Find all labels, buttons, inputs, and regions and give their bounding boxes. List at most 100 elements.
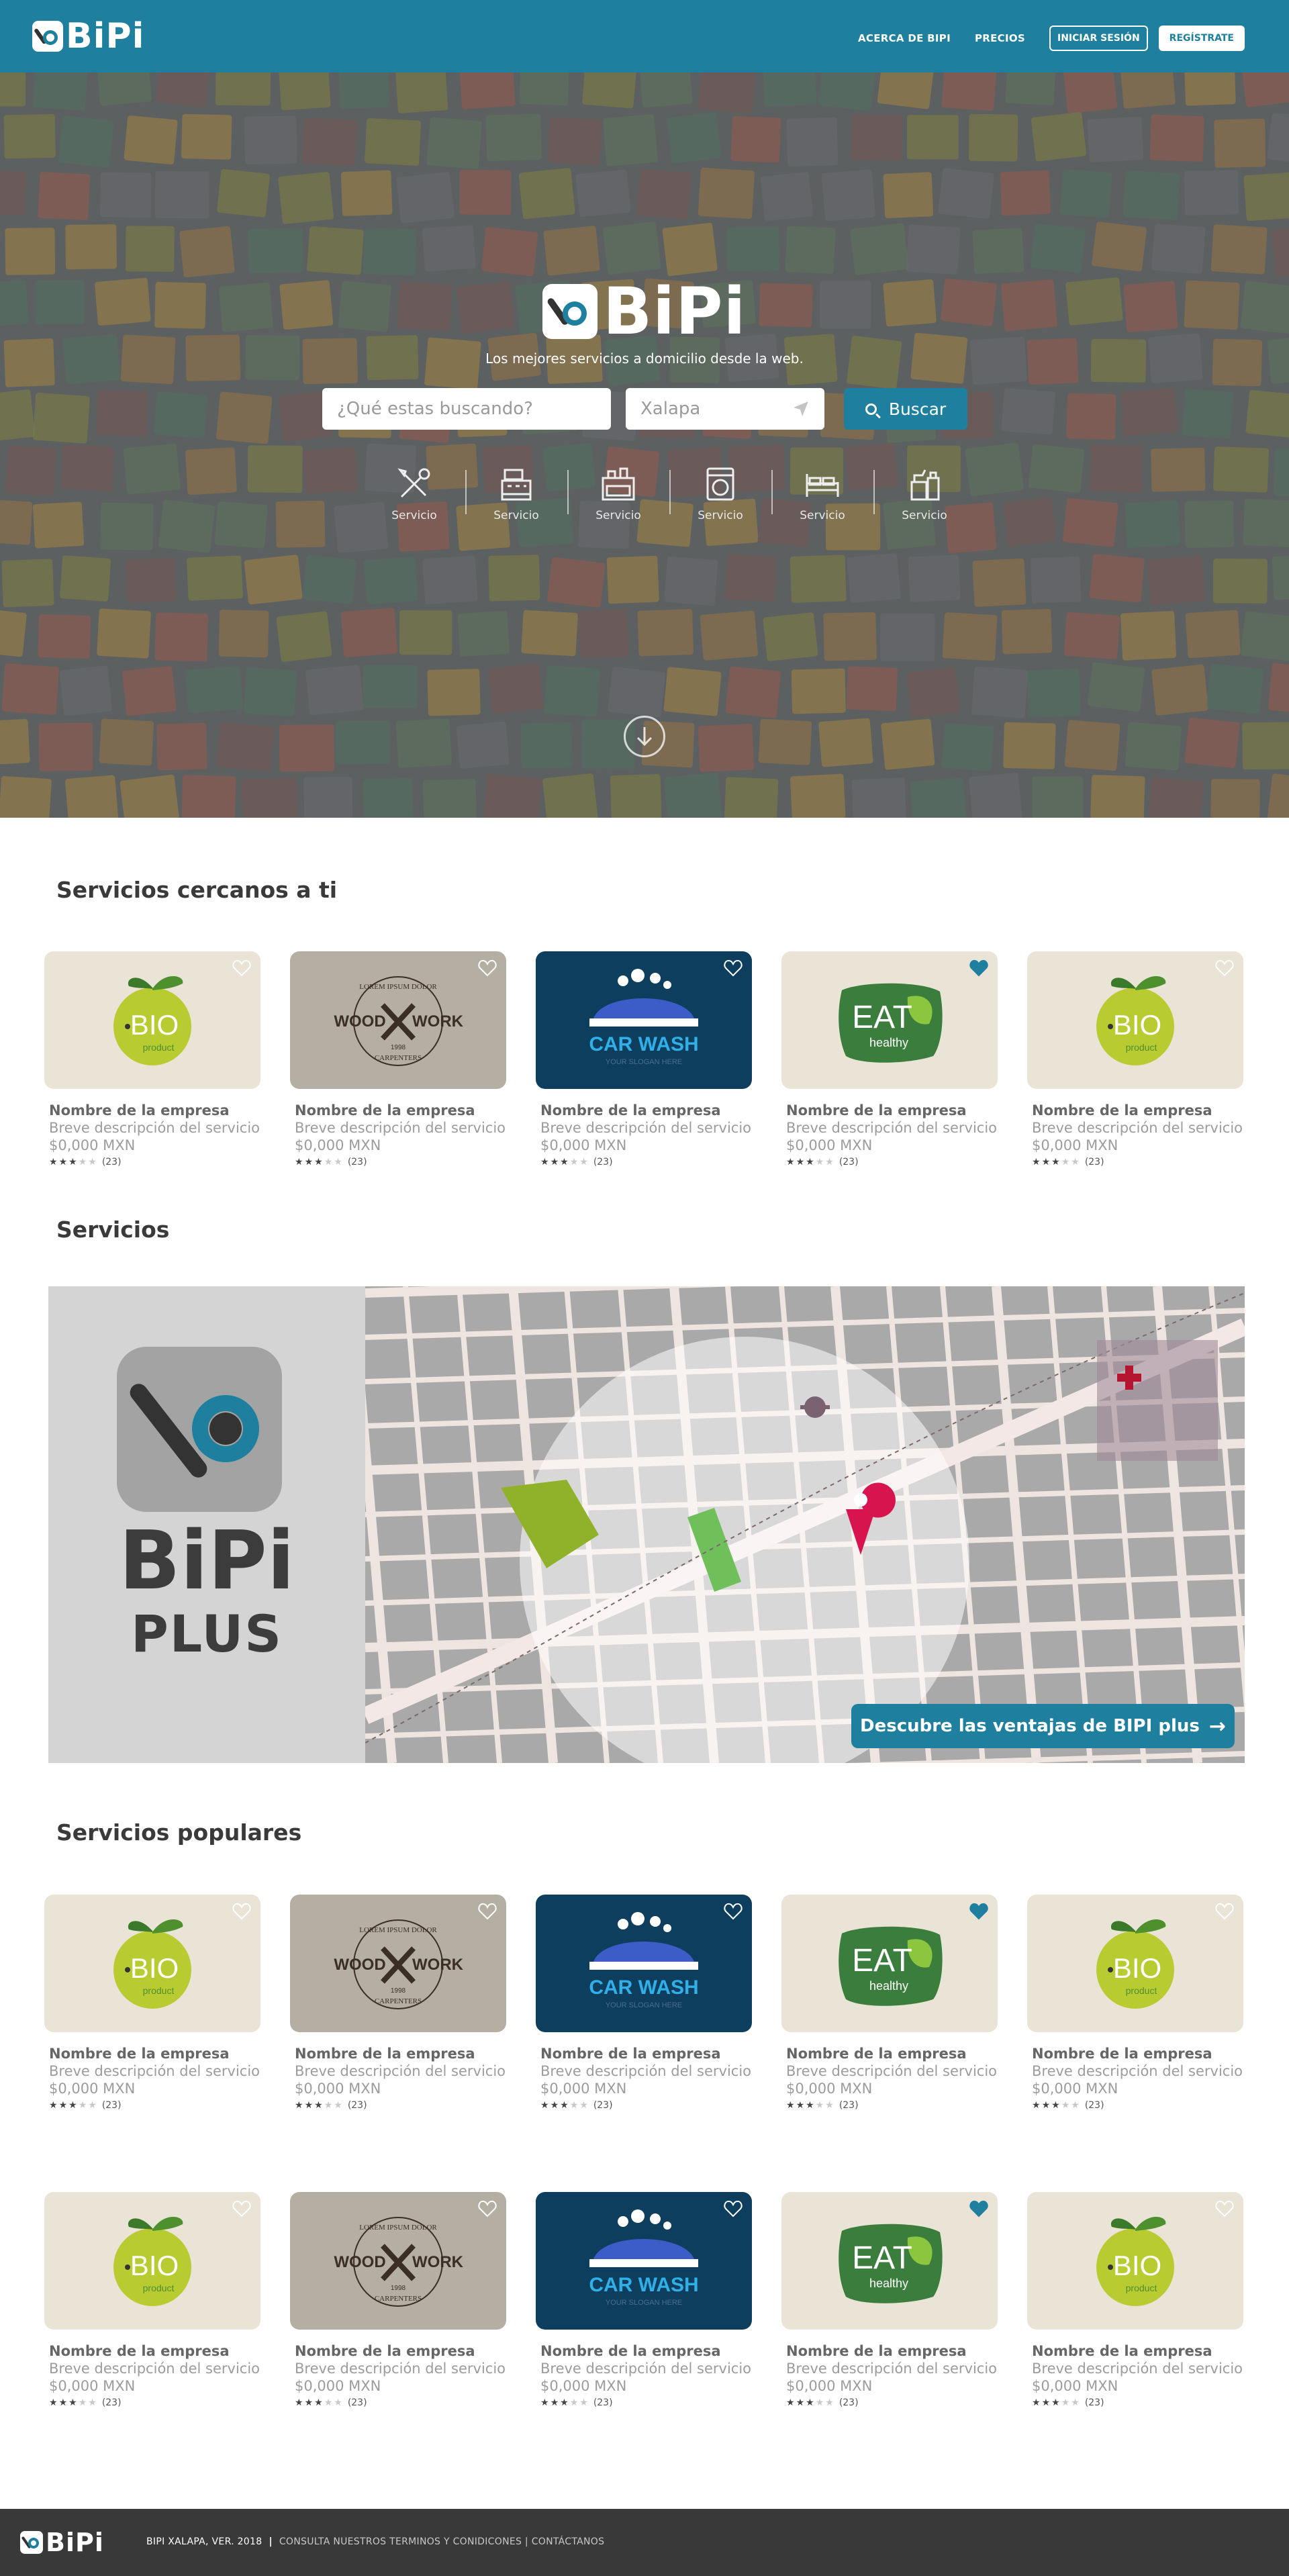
service-card[interactable]: CAR WASH YOUR SLOGAN HERE Nombre de la emp… (536, 2192, 752, 2408)
company-logo-image[interactable]: BIO product (1027, 951, 1243, 1089)
nav-about-link[interactable]: ACERCA DE BIPI (858, 32, 951, 44)
favorite-heart-icon[interactable] (232, 1903, 251, 1920)
company-logo-image[interactable]: EAT healthy (781, 951, 998, 1089)
favorite-heart-icon[interactable] (724, 2200, 743, 2217)
service-card[interactable]: EAT healthy Nombre de la empresa Breve desc… (781, 1895, 998, 2111)
company-logo-image[interactable]: EAT healthy (781, 1895, 998, 2032)
category-label: Servicio (698, 509, 743, 522)
svg-text:WOOD: WOOD (334, 1012, 385, 1031)
favorite-heart-icon[interactable] (232, 2200, 251, 2217)
star-icon: ★ (334, 2397, 342, 2408)
favorite-heart-icon[interactable] (724, 959, 743, 977)
company-name[interactable]: Nombre de la empresa (44, 1102, 260, 1118)
service-card[interactable]: CAR WASH YOUR SLOGAN HERE Nombre de la emp… (536, 951, 752, 1167)
review-count: (23) (1084, 2397, 1104, 2408)
rating: ★ ★ ★ ★ ★ (23) (536, 2397, 752, 2408)
favorite-heart-icon[interactable] (969, 2200, 988, 2217)
company-logo-image[interactable]: LOREM IPSUM DOLOR WOOD WORK 1998 CARPENTERS (290, 951, 506, 1089)
svg-text:healthy: healthy (869, 1979, 908, 1993)
review-count: (23) (1084, 1157, 1104, 1167)
review-count: (23) (593, 1157, 613, 1167)
nav-pricing-link[interactable]: PRECIOS (975, 32, 1025, 44)
brand-logo[interactable]: BiPi (32, 19, 144, 54)
company-name[interactable]: Nombre de la empresa (536, 1102, 752, 1118)
company-name[interactable]: Nombre de la empresa (1027, 2046, 1243, 2062)
scroll-down-button[interactable] (624, 716, 665, 757)
category-item[interactable]: Servicio (873, 466, 975, 522)
service-card[interactable]: BIO product Nombre de la empresa Breve desc… (1027, 951, 1243, 1167)
search-button[interactable]: Buscar (844, 388, 967, 430)
company-name[interactable]: Nombre de la empresa (781, 2046, 998, 2062)
company-logo-image[interactable]: EAT healthy (781, 2192, 998, 2330)
service-card[interactable]: BIO product Nombre de la empresa Breve desc… (44, 951, 260, 1167)
company-name[interactable]: Nombre de la empresa (44, 2046, 260, 2062)
service-description: Breve descripción del servicio (540, 2360, 752, 2377)
footer-logo[interactable]: BiPi (20, 2530, 104, 2555)
company-name[interactable]: Nombre de la empresa (290, 1102, 506, 1118)
company-name[interactable]: Nombre de la empresa (536, 2343, 752, 2359)
service-card[interactable]: BIO product Nombre de la empresa Breve desc… (1027, 2192, 1243, 2408)
company-name[interactable]: Nombre de la empresa (781, 1102, 998, 1118)
location-value: Xalapa (640, 399, 701, 419)
review-count: (23) (593, 2100, 613, 2111)
company-name[interactable]: Nombre de la empresa (1027, 1102, 1243, 1118)
star-icon: ★ (68, 2397, 77, 2408)
star-icon: ★ (569, 2397, 579, 2408)
bipi-plus-cta-button[interactable]: Descubre las ventajas de BIPI plus → (851, 1704, 1235, 1748)
service-card[interactable]: LOREM IPSUM DOLOR WOOD WORK 1998 CARPENTERS N… (290, 1895, 506, 2111)
search-input[interactable]: ¿Qué estas buscando? (322, 388, 611, 430)
favorite-heart-icon[interactable] (1215, 2200, 1234, 2217)
favorite-heart-icon[interactable] (232, 959, 251, 977)
company-name[interactable]: Nombre de la empresa (290, 2046, 506, 2062)
star-icon: ★ (796, 2397, 805, 2408)
favorite-heart-icon[interactable] (1215, 959, 1234, 977)
service-card[interactable]: BIO product Nombre de la empresa Breve desc… (1027, 1895, 1243, 2111)
star-icon: ★ (1061, 2397, 1070, 2408)
company-name[interactable]: Nombre de la empresa (781, 2343, 998, 2359)
svg-text:1998: 1998 (391, 1987, 406, 1995)
service-card[interactable]: EAT healthy Nombre de la empresa Breve desc… (781, 951, 998, 1167)
login-button[interactable]: INICIAR SESIÓN (1049, 26, 1148, 51)
register-button[interactable]: REGÍSTRATE (1158, 26, 1245, 51)
company-logo-image[interactable]: BIO product (1027, 2192, 1243, 2330)
service-card[interactable]: LOREM IPSUM DOLOR WOOD WORK 1998 CARPENTERS N… (290, 951, 506, 1167)
favorite-heart-icon[interactable] (478, 2200, 497, 2217)
company-logo-image[interactable]: LOREM IPSUM DOLOR WOOD WORK 1998 CARPENTERS (290, 2192, 506, 2330)
company-logo-image[interactable]: BIO product (1027, 1895, 1243, 2032)
service-card[interactable]: LOREM IPSUM DOLOR WOOD WORK 1998 CARPENTERS N… (290, 2192, 506, 2408)
service-card[interactable]: EAT healthy Nombre de la empresa Breve desc… (781, 2192, 998, 2408)
category-item[interactable]: Servicio (669, 466, 771, 522)
company-logo-image[interactable]: BIO product (44, 951, 260, 1089)
star-icon: ★ (560, 1157, 569, 1167)
favorite-heart-icon[interactable] (1215, 1903, 1234, 1920)
favorite-heart-icon[interactable] (478, 959, 497, 977)
company-logo-image[interactable]: BIO product (44, 1895, 260, 2032)
company-logo-image[interactable]: CAR WASH YOUR SLOGAN HERE (536, 2192, 752, 2330)
service-price: $0,000 MXN (540, 2378, 627, 2394)
star-icon: ★ (1071, 1157, 1080, 1167)
location-input[interactable]: Xalapa (626, 388, 824, 430)
company-name[interactable]: Nombre de la empresa (1027, 2343, 1243, 2359)
company-name[interactable]: Nombre de la empresa (536, 2046, 752, 2062)
category-item[interactable]: Servicio (567, 466, 669, 522)
favorite-heart-icon[interactable] (969, 959, 988, 977)
star-icon: ★ (579, 2100, 588, 2111)
service-card[interactable]: CAR WASH YOUR SLOGAN HERE Nombre de la emp… (536, 1895, 752, 2111)
logo-text: BIO (1113, 1952, 1161, 1984)
category-item[interactable]: Servicio (771, 466, 873, 522)
company-logo-image[interactable]: BIO product (44, 2192, 260, 2330)
service-card[interactable]: BIO product Nombre de la empresa Breve desc… (44, 2192, 260, 2408)
company-logo-image[interactable]: CAR WASH YOUR SLOGAN HERE (536, 1895, 752, 2032)
bipi-plus-banner[interactable]: BiPi PLUS Descubre las ventajas de BIPI … (48, 1286, 1245, 1763)
favorite-heart-icon[interactable] (724, 1903, 743, 1920)
service-card[interactable]: BIO product Nombre de la empresa Breve desc… (44, 1895, 260, 2111)
company-logo-image[interactable]: CAR WASH YOUR SLOGAN HERE (536, 951, 752, 1089)
category-item[interactable]: Servicio (465, 466, 567, 522)
company-logo-image[interactable]: LOREM IPSUM DOLOR WOOD WORK 1998 CARPENTERS (290, 1895, 506, 2032)
favorite-heart-icon[interactable] (969, 1903, 988, 1920)
company-name[interactable]: Nombre de la empresa (290, 2343, 506, 2359)
footer-links[interactable]: CONSULTA NUESTROS TERMINOS Y CONIDICONES… (279, 2536, 604, 2547)
category-item[interactable]: Servicio (363, 466, 465, 522)
company-name[interactable]: Nombre de la empresa (44, 2343, 260, 2359)
favorite-heart-icon[interactable] (478, 1903, 497, 1920)
